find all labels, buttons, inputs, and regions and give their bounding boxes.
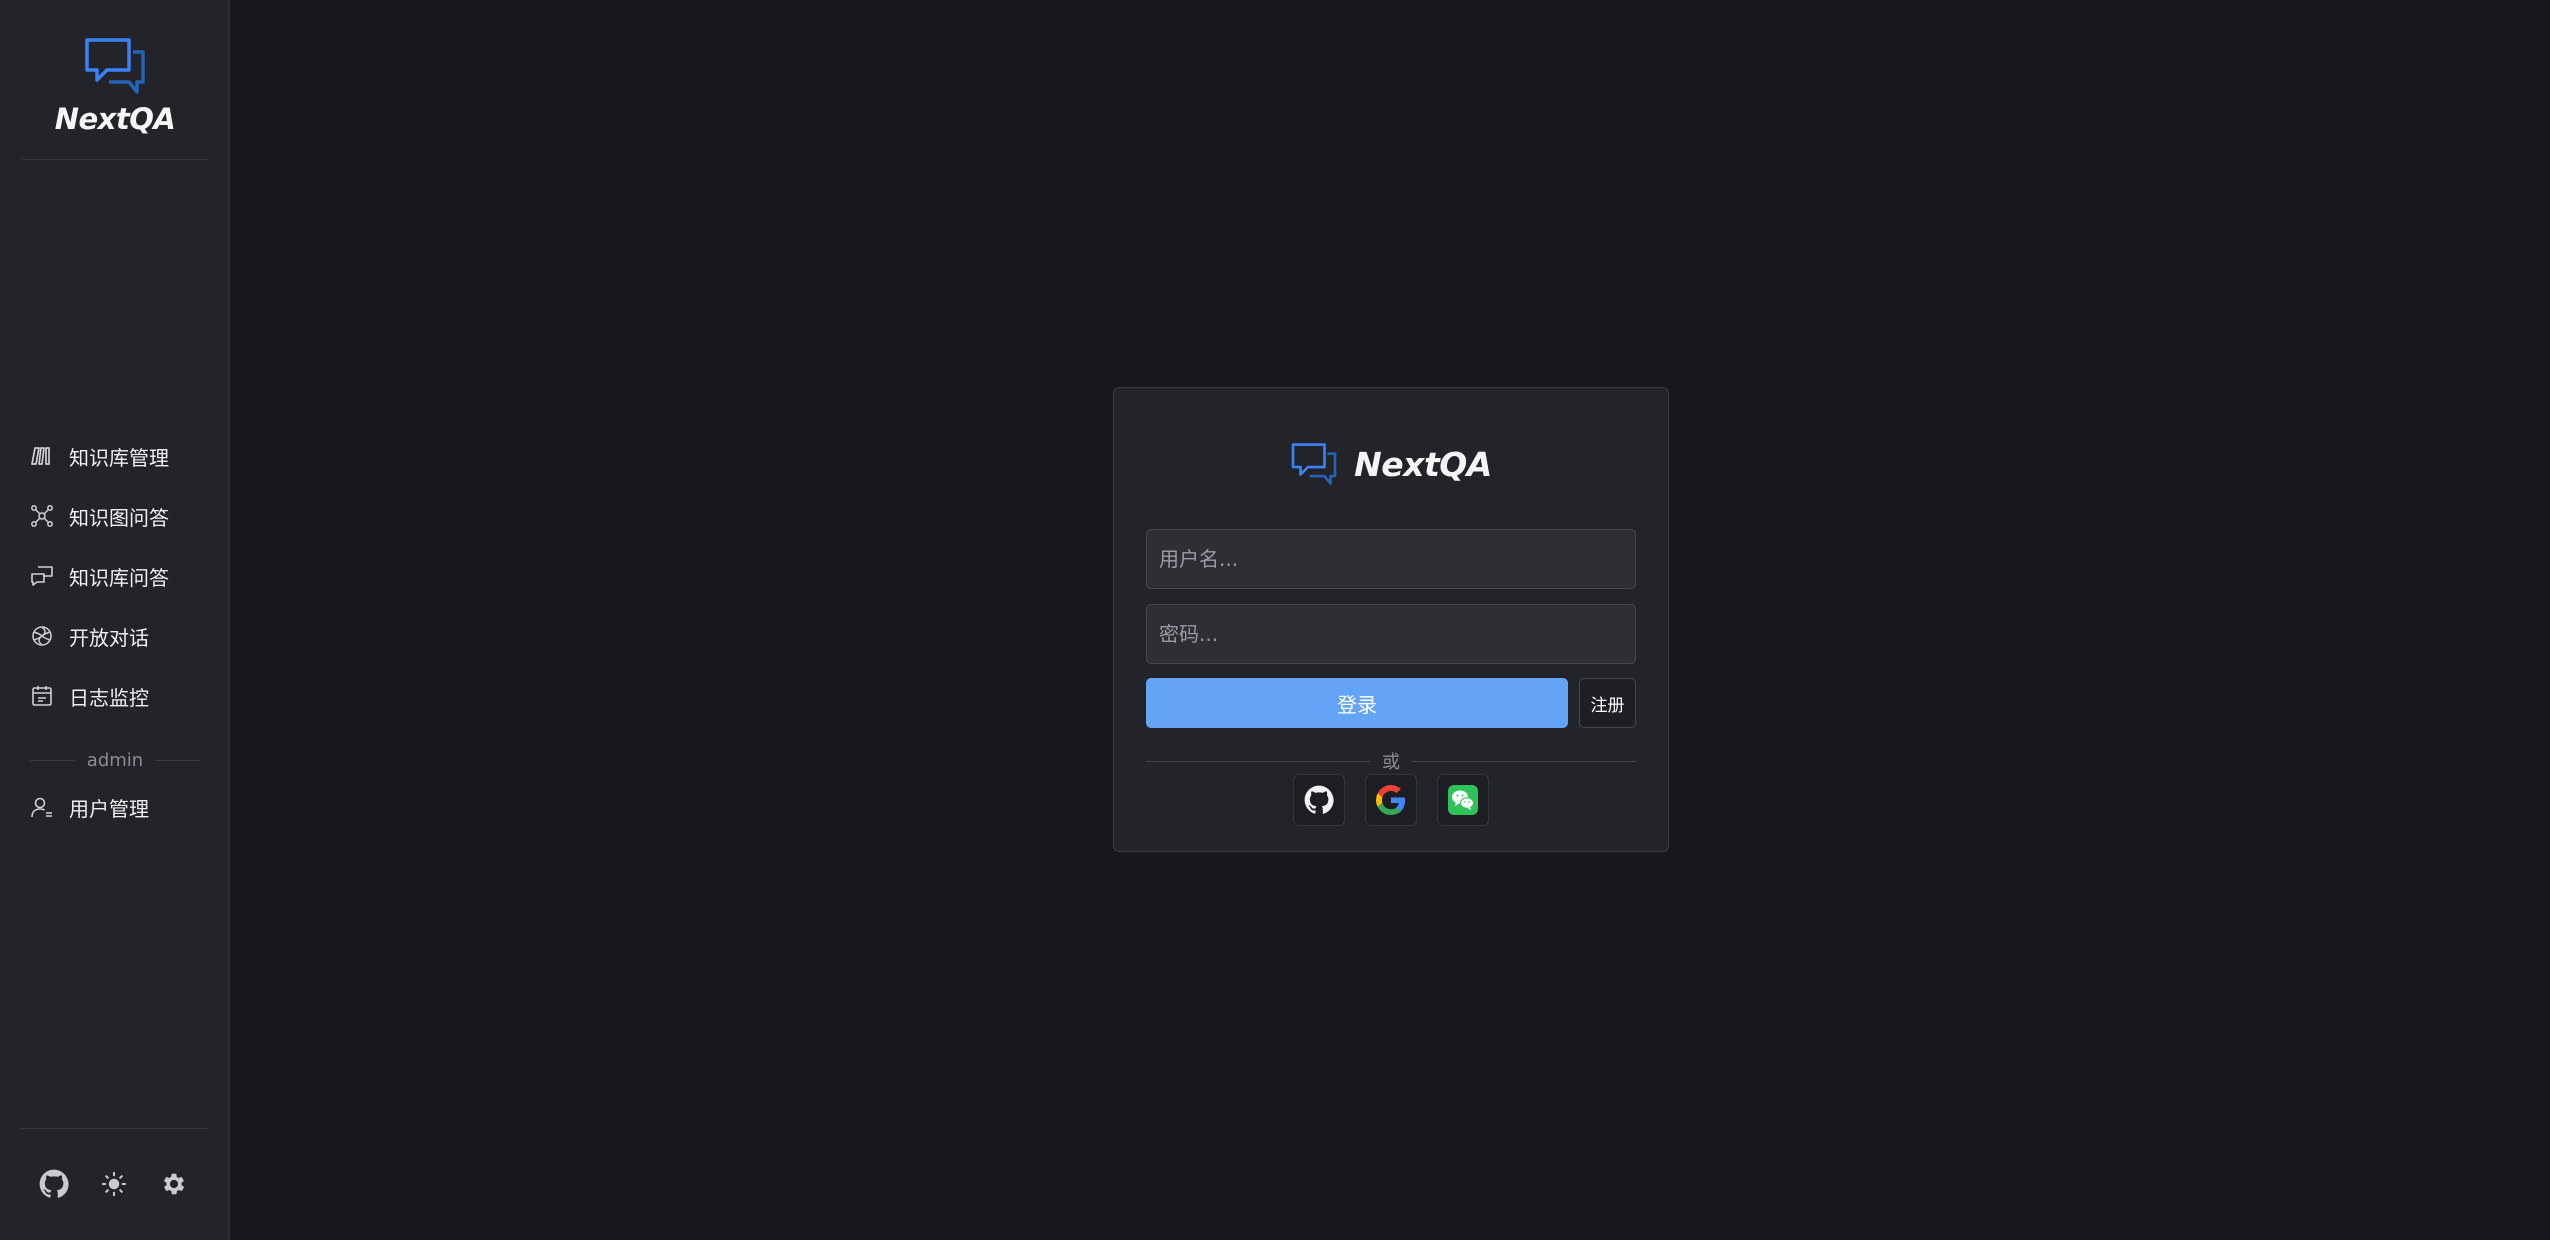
github-icon[interactable] [36, 1166, 72, 1202]
chat-logo-icon [1291, 443, 1337, 485]
sidebar-footer [36, 1166, 196, 1206]
openai-icon [30, 624, 54, 648]
sidebar-brand[interactable]: NextQA [22, 36, 208, 140]
or-divider: 或 [1146, 748, 1636, 774]
username-input[interactable] [1146, 529, 1636, 589]
sidebar-divider-top [22, 159, 208, 160]
sidebar-item-user-management[interactable]: 用户管理 [30, 783, 210, 831]
wechat-icon [1448, 785, 1478, 815]
login-brand-name: NextQA [1354, 444, 1492, 484]
sidebar: NextQA 知识库管理 知识图问答 知识库问答 开放对话 日志监控 admin… [0, 0, 230, 1240]
sidebar-item-knowledge-graph-qa[interactable]: 知识图问答 [30, 492, 210, 540]
calendar-log-icon [30, 684, 54, 708]
admin-section-divider: admin [30, 748, 200, 772]
password-input[interactable] [1146, 604, 1636, 664]
sidebar-brand-name: NextQA [54, 102, 176, 136]
sidebar-item-label: 用户管理 [69, 796, 149, 821]
chat-bubbles-icon [30, 564, 54, 588]
admin-section-label: admin [86, 749, 144, 771]
github-icon [1304, 785, 1334, 814]
gear-icon[interactable] [156, 1166, 192, 1202]
sidebar-item-label: 知识库问答 [69, 565, 169, 590]
sidebar-item-open-chat[interactable]: 开放对话 [30, 612, 210, 660]
google-login-button[interactable] [1365, 774, 1417, 826]
sidebar-item-log-monitor[interactable]: 日志监控 [30, 672, 210, 720]
user-manage-icon [30, 795, 54, 819]
google-icon [1376, 785, 1406, 815]
sidebar-item-knowledge-base-management[interactable]: 知识库管理 [30, 432, 210, 480]
app: NextQA 知识库管理 知识图问答 知识库问答 开放对话 日志监控 admin… [0, 0, 2550, 1240]
library-icon [30, 444, 54, 468]
sidebar-item-label: 知识库管理 [69, 445, 169, 470]
sidebar-item-label: 日志监控 [69, 685, 149, 710]
login-brand: NextQA [1114, 440, 1668, 488]
login-button[interactable]: 登录 [1146, 678, 1568, 728]
sidebar-divider-bottom [20, 1128, 208, 1129]
or-label: 或 [1382, 752, 1400, 773]
register-button[interactable]: 注册 [1579, 678, 1636, 728]
graph-icon [30, 504, 54, 528]
sidebar-item-knowledge-base-qa[interactable]: 知识库问答 [30, 552, 210, 600]
sun-icon[interactable] [96, 1166, 132, 1202]
sidebar-item-label: 开放对话 [69, 625, 149, 650]
chat-logo-icon [85, 38, 145, 94]
wechat-login-button[interactable] [1437, 774, 1489, 826]
login-card: NextQA 登录 注册 或 [1113, 387, 1669, 852]
sidebar-item-label: 知识图问答 [69, 505, 169, 530]
github-login-button[interactable] [1293, 774, 1345, 826]
